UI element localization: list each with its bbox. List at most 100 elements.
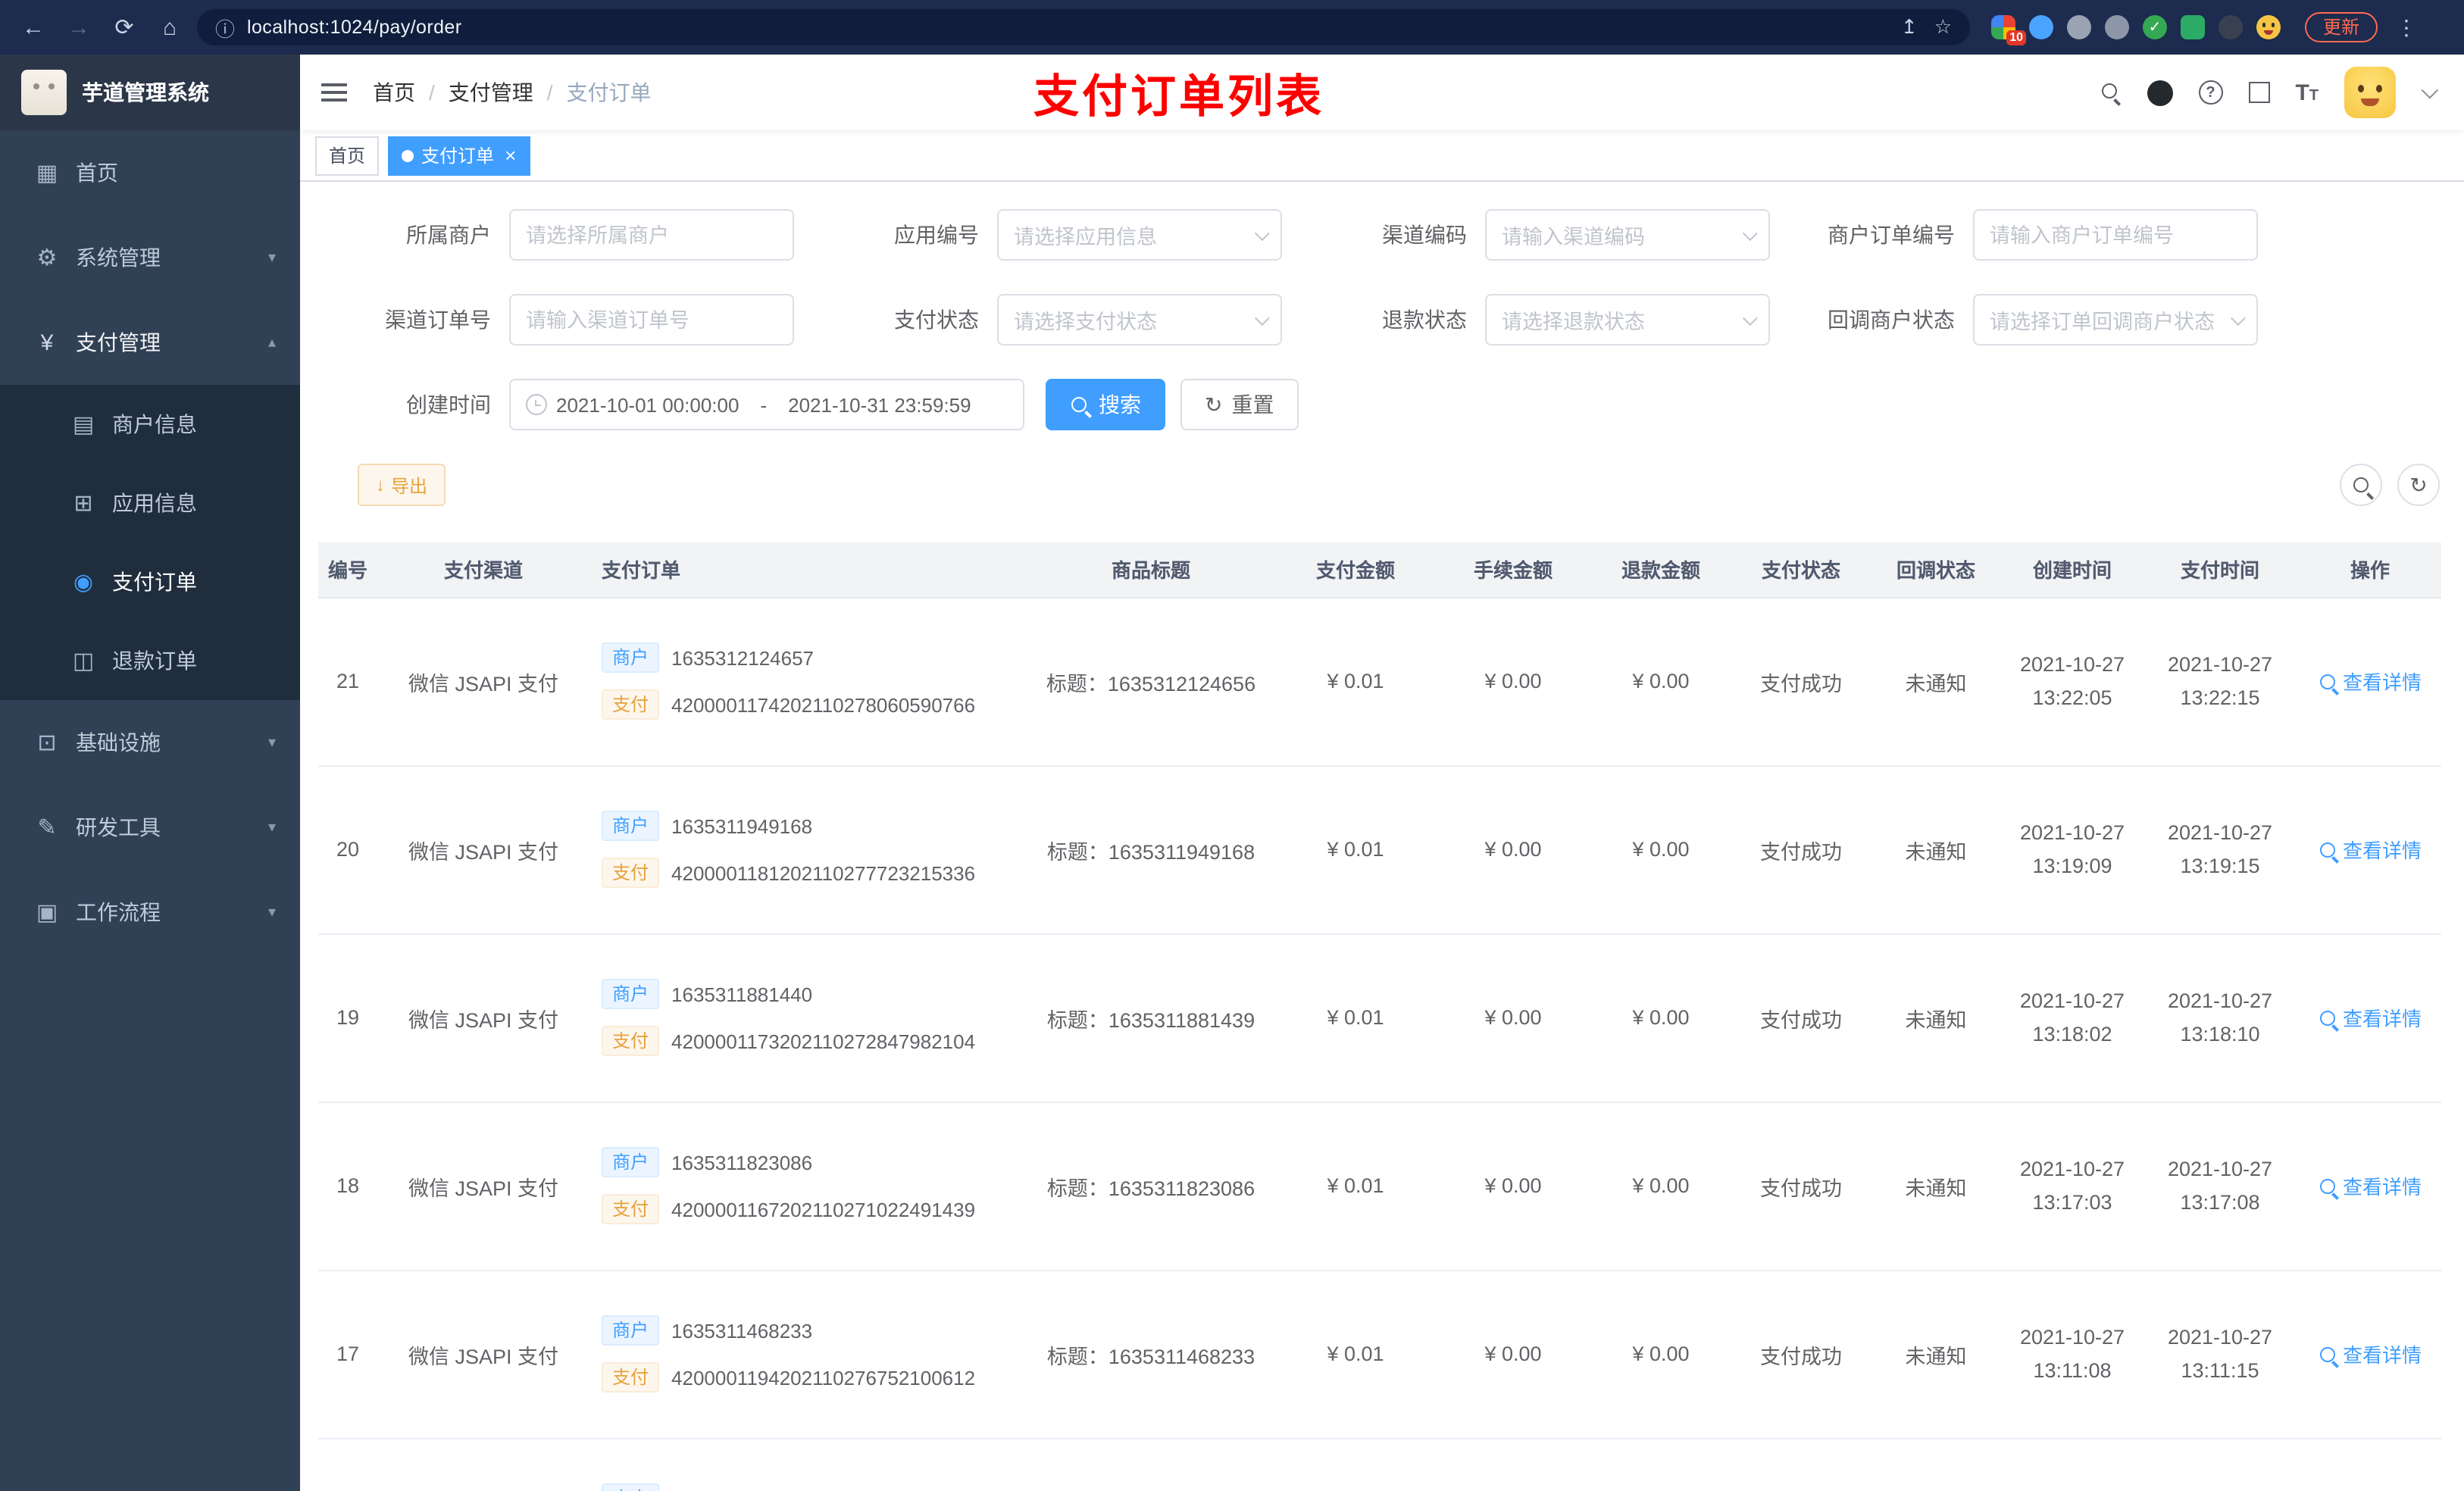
sidebar-item-payment[interactable]: ¥ 支付管理 ▴: [0, 300, 300, 385]
browser-menu-icon[interactable]: ⋮: [2396, 14, 2417, 40]
cell-pay-time: 2021-10-27 13:18:10: [2141, 933, 2299, 1102]
merchant-order-no-input[interactable]: [1990, 223, 2241, 246]
chevron-up-icon: ▴: [267, 334, 276, 351]
merchant-select[interactable]: [509, 209, 794, 261]
export-button[interactable]: ↓ 导出: [358, 464, 446, 506]
search-form: 所属商户 应用编号 请选择应用信息: [300, 182, 2464, 430]
merchant-label: 所属商户: [406, 223, 491, 247]
create-time-range-picker[interactable]: 2021-10-01 00:00:00 - 2021-10-31 23:59:5…: [509, 379, 1024, 430]
cell-title: 标题：1635311468233: [1029, 1270, 1273, 1439]
bookmark-star-icon[interactable]: ☆: [1934, 15, 1952, 39]
share-icon[interactable]: ↥: [1901, 15, 1918, 39]
search-icon[interactable]: [2100, 82, 2121, 103]
cell-notify: 未通知: [1868, 1270, 2003, 1439]
profile-avatar-icon-2[interactable]: [2105, 15, 2129, 39]
pay-order-no: 4200001167202110271022491439: [671, 1198, 976, 1221]
breadcrumb-home[interactable]: 首页: [373, 77, 415, 108]
extension-icon[interactable]: 10: [1991, 15, 2026, 45]
cell-amount: ¥ 0.01: [1273, 765, 1438, 934]
caret-down-icon[interactable]: [2421, 81, 2439, 99]
col-id: 编号: [318, 542, 377, 598]
browser-forward-icon[interactable]: →: [61, 14, 97, 40]
browser-back-icon[interactable]: ←: [15, 14, 52, 40]
sidebar-item-home[interactable]: ▦ 首页: [0, 130, 300, 215]
github-icon[interactable]: [2147, 80, 2173, 105]
sidebar-toggle-icon[interactable]: [300, 55, 367, 130]
browser-profile-avatar[interactable]: [2256, 15, 2281, 39]
notify-status-select[interactable]: 请选择订单回调商户状态: [1973, 294, 2258, 345]
refund-status-select[interactable]: 请选择退款状态: [1485, 294, 1770, 345]
check-extension-icon[interactable]: ✓: [2143, 15, 2167, 39]
view-detail-link[interactable]: 查看详情: [2319, 1171, 2422, 1200]
merchant-order-no-field[interactable]: [1973, 209, 2258, 261]
address-bar[interactable]: ⓘ localhost:1024/pay/order ↥ ☆: [197, 9, 1970, 45]
cell-title: 标题：1635311881439: [1029, 933, 1273, 1102]
cell-amount: ¥ 0.01: [1273, 1102, 1438, 1271]
search-button[interactable]: 搜索: [1046, 379, 1165, 430]
table-row: 20 微信 JSAPI 支付 商户 1635311949168 支付 42000…: [318, 765, 2441, 934]
breadcrumb: 首页 / 支付管理 / 支付订单: [373, 77, 652, 108]
green-extension-icon[interactable]: [2181, 15, 2205, 39]
channel-order-no-input[interactable]: [526, 308, 777, 331]
sidebar-item-app-info[interactable]: ⊞ 应用信息: [0, 464, 300, 542]
browser-home-icon[interactable]: ⌂: [152, 14, 188, 40]
pay-order-no: 4200001174202110278060590766: [671, 693, 976, 716]
sidebar-item-label: 应用信息: [112, 491, 197, 515]
pay-status-select[interactable]: 请选择支付状态: [997, 294, 1282, 345]
chevron-down-icon: ▾: [267, 249, 276, 266]
pay-order-no: 4200001173202110272847982104: [671, 1030, 976, 1052]
app-select[interactable]: 请选择应用信息: [997, 209, 1282, 261]
fullscreen-icon[interactable]: [2248, 82, 2270, 103]
close-tab-icon[interactable]: ×: [505, 145, 516, 165]
sidebar-item-pay-order[interactable]: ◉ 支付订单: [0, 542, 300, 621]
font-size-icon[interactable]: TT: [2295, 80, 2319, 105]
cell-order: 商户 1635311468233 支付 42000011942021102767…: [589, 1270, 1029, 1439]
cell-refund: ¥ 0.00: [1588, 765, 1734, 934]
chevron-down-icon: [1254, 225, 1270, 241]
view-detail-link[interactable]: 查看详情: [2319, 1003, 2422, 1032]
active-tab-dot: [402, 149, 414, 161]
date-range-end: 2021-10-31 23:59:59: [788, 393, 971, 416]
sidebar-item-infrastructure[interactable]: ⊡ 基础设施 ▾: [0, 700, 300, 785]
view-detail-link[interactable]: 查看详情: [2319, 667, 2422, 695]
breadcrumb-payment[interactable]: 支付管理: [449, 77, 533, 108]
sidebar-item-dev-tools[interactable]: ✎ 研发工具 ▾: [0, 785, 300, 870]
app-label: 应用编号: [894, 223, 979, 247]
tab-pay-order[interactable]: 支付订单 ×: [388, 136, 530, 175]
browser-update-button[interactable]: 更新: [2305, 12, 2378, 42]
merchant-input[interactable]: [526, 223, 777, 246]
sidebar-item-system[interactable]: ⚙ 系统管理 ▾: [0, 215, 300, 300]
merchant-order-no: 1635311823086: [671, 1151, 813, 1174]
cell-create-time: 2021-10-27 13:17:03: [2003, 1102, 2141, 1271]
channel-order-no-field[interactable]: [509, 294, 794, 345]
tab-home[interactable]: 首页: [315, 136, 380, 175]
browser-reload-icon[interactable]: ⟳: [106, 14, 142, 41]
site-info-icon[interactable]: ⓘ: [215, 13, 235, 42]
cell-create-time: 2021-10-27 13:19:09: [2003, 765, 2141, 934]
view-detail-link[interactable]: 查看详情: [2319, 835, 2422, 864]
col-action: 操作: [2299, 542, 2441, 598]
profile-avatar-icon[interactable]: [2067, 15, 2091, 39]
magnifier-icon: [2319, 840, 2337, 858]
reset-button[interactable]: ↻ 重置: [1180, 379, 1299, 430]
cell-notify: 未通知: [1868, 765, 2003, 934]
blue-extension-icon[interactable]: [2029, 15, 2053, 39]
page-content: 所属商户 应用编号 请选择应用信息: [300, 182, 2464, 1491]
user-avatar[interactable]: [2344, 67, 2396, 118]
view-detail-link[interactable]: 查看详情: [2319, 1339, 2422, 1368]
payment-submenu: ▤ 商户信息 ⊞ 应用信息 ◉ 支付订单 ◫ 退款订单: [0, 385, 300, 700]
sidebar-item-merchant-info[interactable]: ▤ 商户信息: [0, 385, 300, 464]
sidebar: 芋道管理系统 ▦ 首页 ⚙ 系统管理 ▾ ¥ 支付管理 ▴ ▤ 商户信息 ⊞ 应…: [0, 55, 300, 1491]
sidebar-item-refund-order[interactable]: ◫ 退款订单: [0, 621, 300, 700]
sidebar-item-label: 研发工具: [76, 815, 161, 839]
toggle-search-button[interactable]: [2340, 464, 2382, 506]
clock-icon: [526, 394, 547, 415]
cell-notify: [1868, 1438, 2003, 1491]
help-icon[interactable]: ?: [2198, 80, 2223, 105]
channel-code-select[interactable]: 请输入渠道编码: [1485, 209, 1770, 261]
pin-extension-icon[interactable]: [2219, 15, 2243, 39]
cell-fee: [1438, 1438, 1588, 1491]
refresh-table-button[interactable]: ↻: [2397, 464, 2440, 506]
pay-tag: 支付: [602, 1194, 660, 1224]
sidebar-item-workflow[interactable]: ▣ 工作流程 ▾: [0, 870, 300, 955]
